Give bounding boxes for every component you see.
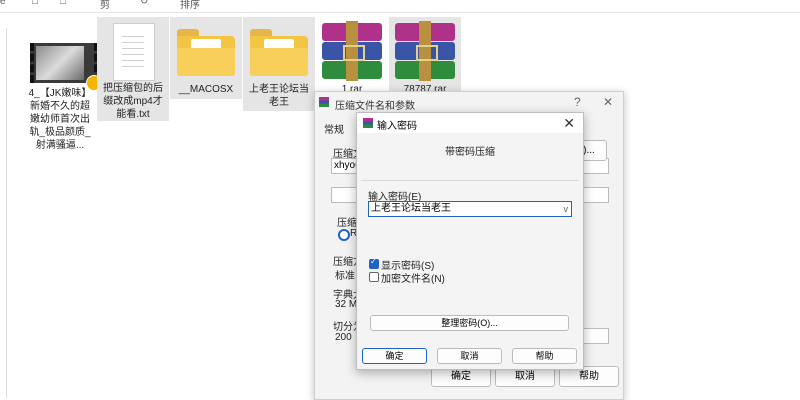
file-item[interactable]: 78787.rar — [389, 17, 461, 95]
toolbar-icon[interactable]: □ — [32, 0, 38, 7]
file-item[interactable]: 把压缩包的后缀改成mp4才能看.txt — [97, 17, 169, 121]
split-input[interactable]: 200 — [335, 332, 352, 343]
explorer-toolbar: e □ ⎕ 剪 ↻ 排序 — [0, 0, 800, 13]
password-input[interactable]: 上老王论坛当老王 v — [368, 201, 572, 217]
file-name: __MACOSX — [178, 84, 234, 95]
chevron-down-icon[interactable]: v — [564, 202, 569, 216]
help-button[interactable]: 帮助 — [512, 348, 577, 364]
dialog-title: 输入密码 — [377, 121, 417, 132]
rar-radio[interactable] — [338, 229, 350, 241]
file-item[interactable]: 上老王论坛当老王 — [243, 17, 315, 111]
ok-button[interactable]: 确定 — [362, 348, 427, 364]
winrar-icon — [363, 118, 373, 128]
encrypt-filenames-label: 加密文件名(N) — [381, 274, 445, 285]
help-icon[interactable]: ? — [574, 95, 581, 109]
dialog-heading: 带密码压缩 — [445, 147, 495, 158]
dialog-title: 压缩文件名和参数 — [335, 101, 415, 112]
toolbar-icon[interactable]: ↻ — [140, 0, 148, 7]
toolbar-sort[interactable]: 排序 — [180, 0, 200, 11]
file-item[interactable]: 4_【JK嫩味】新婚不久的超嫩幼师首次出轨_极品颜质_射满骚逼... — [24, 17, 102, 151]
tab-general[interactable]: 常规 — [324, 121, 344, 136]
file-name: 把压缩包的后缀改成mp4才能看.txt — [103, 83, 163, 120]
format-group-label: 压缩 — [337, 218, 357, 229]
cancel-button[interactable]: 取消 — [437, 348, 502, 364]
divider — [361, 180, 579, 181]
explorer-pane-divider — [6, 28, 7, 398]
file-item[interactable]: 1.rar — [316, 17, 388, 95]
encrypt-filenames-checkbox[interactable] — [369, 272, 379, 282]
winrar-archive-icon — [322, 21, 382, 81]
method-select[interactable]: 标准 — [335, 267, 355, 282]
video-thumbnail — [36, 46, 84, 80]
password-value: 上老王论坛当老王 — [371, 203, 451, 214]
organize-passwords-button[interactable]: 整理密码(O)... — [370, 315, 569, 331]
file-name: 4_【JK嫩味】新婚不久的超嫩幼师首次出轨_极品颜质_射满骚逼... — [28, 88, 92, 151]
winrar-archive-icon — [395, 21, 455, 81]
close-icon[interactable]: ✕ — [603, 95, 613, 109]
toolbar-icon[interactable]: 剪 — [100, 0, 110, 11]
toolbar-icon[interactable]: ⎕ — [60, 0, 66, 7]
winrar-icon — [319, 97, 329, 107]
toolbar-icon[interactable]: e — [0, 0, 6, 7]
video-file-icon — [30, 43, 102, 91]
title-bar: 输入密码 ✕ — [357, 113, 583, 133]
close-icon[interactable]: ✕ — [563, 113, 575, 133]
file-name: 上老王论坛当老王 — [249, 84, 309, 108]
text-file-icon — [113, 23, 155, 81]
show-password-checkbox[interactable] — [369, 257, 379, 269]
file-item[interactable]: __MACOSX — [170, 17, 242, 99]
split-unit-select[interactable] — [581, 328, 609, 344]
password-dialog: 输入密码 ✕ 带密码压缩 输入密码(E) 上老王论坛当老王 v 显示密码(S) … — [356, 112, 584, 370]
